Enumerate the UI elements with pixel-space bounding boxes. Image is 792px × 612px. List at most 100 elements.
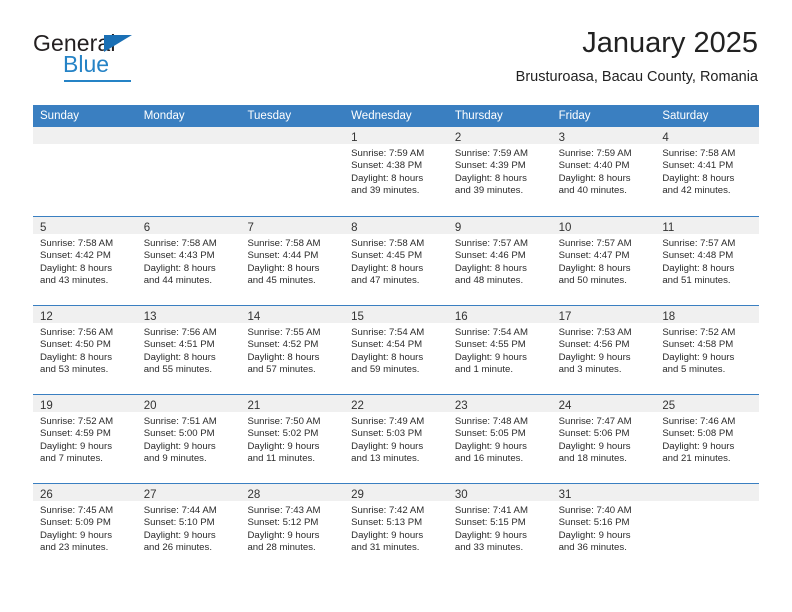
day-cell[interactable]: 12 Sunrise: 7:56 AM Sunset: 4:50 PM Dayl… bbox=[33, 306, 137, 394]
day-cell[interactable]: 31 Sunrise: 7:40 AM Sunset: 5:16 PM Dayl… bbox=[551, 484, 656, 572]
day-info: Sunrise: 7:45 AM Sunset: 5:09 PM Dayligh… bbox=[33, 501, 137, 554]
daylight-text-line2: and 43 minutes. bbox=[40, 274, 109, 286]
daylight-text-line2: and 44 minutes. bbox=[143, 274, 212, 286]
weekday-header-row: Sunday Monday Tuesday Wednesday Thursday… bbox=[33, 105, 759, 127]
day-cell[interactable]: 14 Sunrise: 7:55 AM Sunset: 4:52 PM Dayl… bbox=[240, 306, 345, 394]
day-cell[interactable]: 13 Sunrise: 7:56 AM Sunset: 4:51 PM Dayl… bbox=[136, 306, 241, 394]
daylight-text-line1: Daylight: 8 hours bbox=[40, 351, 112, 363]
day-cell[interactable]: 1 Sunrise: 7:59 AM Sunset: 4:38 PM Dayli… bbox=[344, 127, 448, 216]
day-cell[interactable]: 21 Sunrise: 7:50 AM Sunset: 5:02 PM Dayl… bbox=[240, 395, 345, 483]
day-cell[interactable]: 5 Sunrise: 7:58 AM Sunset: 4:42 PM Dayli… bbox=[33, 217, 137, 305]
day-number-band: 24 bbox=[551, 395, 656, 412]
day-number: 15 bbox=[351, 311, 364, 323]
sunrise-text: Sunrise: 7:53 AM bbox=[558, 327, 632, 338]
daylight-text-line1: Daylight: 9 hours bbox=[558, 529, 631, 541]
sunset-text: Sunset: 5:09 PM bbox=[40, 517, 111, 529]
day-number: 25 bbox=[662, 400, 676, 412]
day-number-band bbox=[33, 127, 137, 144]
day-cell[interactable] bbox=[33, 127, 137, 216]
day-number: 31 bbox=[558, 489, 572, 501]
day-number-band: 18 bbox=[655, 306, 760, 323]
day-cell[interactable]: 6 Sunrise: 7:58 AM Sunset: 4:43 PM Dayli… bbox=[136, 217, 241, 305]
day-info: Sunrise: 7:59 AM Sunset: 4:40 PM Dayligh… bbox=[552, 144, 656, 197]
day-cell[interactable]: 30 Sunrise: 7:41 AM Sunset: 5:15 PM Dayl… bbox=[447, 484, 552, 572]
day-cell[interactable]: 29 Sunrise: 7:42 AM Sunset: 5:13 PM Dayl… bbox=[344, 484, 448, 572]
day-cell[interactable]: 24 Sunrise: 7:47 AM Sunset: 5:06 PM Dayl… bbox=[551, 395, 656, 483]
day-cell[interactable]: 4 Sunrise: 7:58 AM Sunset: 4:41 PM Dayli… bbox=[655, 127, 760, 216]
sunrise-text: Sunrise: 7:56 AM bbox=[143, 327, 217, 338]
weekday-header-friday: Friday bbox=[558, 110, 591, 122]
day-cell[interactable]: 16 Sunrise: 7:54 AM Sunset: 4:55 PM Dayl… bbox=[447, 306, 552, 394]
day-cell[interactable]: 17 Sunrise: 7:53 AM Sunset: 4:56 PM Dayl… bbox=[551, 306, 656, 394]
day-cell[interactable]: 26 Sunrise: 7:45 AM Sunset: 5:09 PM Dayl… bbox=[33, 484, 137, 572]
day-cell[interactable]: 20 Sunrise: 7:51 AM Sunset: 5:00 PM Dayl… bbox=[136, 395, 241, 483]
day-number-band: 23 bbox=[447, 395, 552, 412]
day-cell[interactable]: 19 Sunrise: 7:52 AM Sunset: 4:59 PM Dayl… bbox=[33, 395, 137, 483]
day-number: 2 bbox=[454, 132, 462, 144]
sunrise-text: Sunrise: 7:52 AM bbox=[40, 416, 114, 427]
day-number-band: 26 bbox=[33, 484, 137, 501]
daylight-text-line1: Daylight: 9 hours bbox=[351, 440, 424, 452]
daylight-text-line1: Daylight: 8 hours bbox=[454, 262, 527, 274]
day-number: 9 bbox=[454, 222, 462, 234]
daylight-text-line2: and 3 minutes. bbox=[558, 363, 622, 375]
sunset-text: Sunset: 4:55 PM bbox=[454, 339, 526, 351]
sunset-text: Sunset: 4:52 PM bbox=[247, 339, 319, 351]
sunset-text: Sunset: 5:03 PM bbox=[351, 428, 423, 440]
sunset-text: Sunset: 5:08 PM bbox=[662, 428, 734, 440]
day-info: Sunrise: 7:46 AM Sunset: 5:08 PM Dayligh… bbox=[655, 412, 759, 465]
day-number: 27 bbox=[143, 489, 157, 501]
daylight-text-line1: Daylight: 9 hours bbox=[454, 440, 527, 452]
day-cell[interactable]: 27 Sunrise: 7:44 AM Sunset: 5:10 PM Dayl… bbox=[136, 484, 241, 572]
day-info: Sunrise: 7:42 AM Sunset: 5:13 PM Dayligh… bbox=[344, 501, 448, 554]
day-cell[interactable]: 10 Sunrise: 7:57 AM Sunset: 4:47 PM Dayl… bbox=[551, 217, 656, 305]
general-blue-logo[interactable]: General Blue bbox=[33, 30, 243, 86]
day-cell[interactable]: 22 Sunrise: 7:49 AM Sunset: 5:03 PM Dayl… bbox=[344, 395, 448, 483]
sunset-text: Sunset: 5:16 PM bbox=[558, 517, 630, 529]
daylight-text-line2: and 47 minutes. bbox=[351, 274, 420, 286]
daylight-text-line1: Daylight: 9 hours bbox=[454, 351, 527, 363]
daylight-text-line2: and 59 minutes. bbox=[351, 363, 420, 375]
day-info: Sunrise: 7:53 AM Sunset: 4:56 PM Dayligh… bbox=[552, 323, 656, 376]
day-cell[interactable]: 28 Sunrise: 7:43 AM Sunset: 5:12 PM Dayl… bbox=[240, 484, 345, 572]
day-number: 26 bbox=[40, 489, 53, 501]
day-number-band: 28 bbox=[240, 484, 345, 501]
triangle-icon bbox=[104, 35, 132, 52]
weekday-header-tuesday: Tuesday bbox=[247, 110, 292, 122]
day-cell[interactable] bbox=[655, 484, 760, 572]
day-number: 30 bbox=[454, 489, 468, 501]
sunset-text: Sunset: 4:58 PM bbox=[662, 339, 734, 351]
daylight-text-line2: and 57 minutes. bbox=[247, 363, 316, 375]
day-cell[interactable]: 8 Sunrise: 7:58 AM Sunset: 4:45 PM Dayli… bbox=[344, 217, 448, 305]
daylight-text-line2: and 50 minutes. bbox=[558, 274, 627, 286]
day-number-band: 5 bbox=[33, 217, 137, 234]
daylight-text-line2: and 1 minute. bbox=[454, 363, 514, 375]
day-cell[interactable] bbox=[240, 127, 345, 216]
daylight-text-line1: Daylight: 8 hours bbox=[143, 262, 216, 274]
day-cell[interactable] bbox=[136, 127, 241, 216]
day-cell[interactable]: 18 Sunrise: 7:52 AM Sunset: 4:58 PM Dayl… bbox=[655, 306, 760, 394]
day-number-band: 8 bbox=[344, 217, 448, 234]
daylight-text-line2: and 21 minutes. bbox=[662, 452, 731, 464]
sunrise-text: Sunrise: 7:58 AM bbox=[40, 238, 114, 249]
day-cell[interactable]: 3 Sunrise: 7:59 AM Sunset: 4:40 PM Dayli… bbox=[551, 127, 656, 216]
day-number-band: 9 bbox=[447, 217, 552, 234]
daylight-text-line2: and 28 minutes. bbox=[247, 541, 316, 553]
logo-text-blue: Blue bbox=[63, 51, 110, 77]
day-cell[interactable]: 9 Sunrise: 7:57 AM Sunset: 4:46 PM Dayli… bbox=[447, 217, 552, 305]
day-info: Sunrise: 7:51 AM Sunset: 5:00 PM Dayligh… bbox=[137, 412, 241, 465]
day-cell[interactable]: 23 Sunrise: 7:48 AM Sunset: 5:05 PM Dayl… bbox=[447, 395, 552, 483]
sunrise-text: Sunrise: 7:56 AM bbox=[40, 327, 114, 338]
day-cell[interactable]: 25 Sunrise: 7:46 AM Sunset: 5:08 PM Dayl… bbox=[655, 395, 760, 483]
day-number: 4 bbox=[662, 132, 669, 144]
day-number-band: 11 bbox=[655, 217, 760, 234]
day-cell[interactable]: 2 Sunrise: 7:59 AM Sunset: 4:39 PM Dayli… bbox=[447, 127, 552, 216]
day-cell[interactable]: 11 Sunrise: 7:57 AM Sunset: 4:48 PM Dayl… bbox=[655, 217, 760, 305]
day-info: Sunrise: 7:43 AM Sunset: 5:12 PM Dayligh… bbox=[240, 501, 344, 554]
day-cell[interactable]: 15 Sunrise: 7:54 AM Sunset: 4:54 PM Dayl… bbox=[344, 306, 448, 394]
daylight-text-line2: and 39 minutes. bbox=[351, 184, 420, 196]
daylight-text-line1: Daylight: 9 hours bbox=[558, 440, 631, 452]
daylight-text-line2: and 11 minutes. bbox=[247, 452, 315, 464]
day-number: 17 bbox=[558, 311, 572, 323]
day-cell[interactable]: 7 Sunrise: 7:58 AM Sunset: 4:44 PM Dayli… bbox=[240, 217, 345, 305]
